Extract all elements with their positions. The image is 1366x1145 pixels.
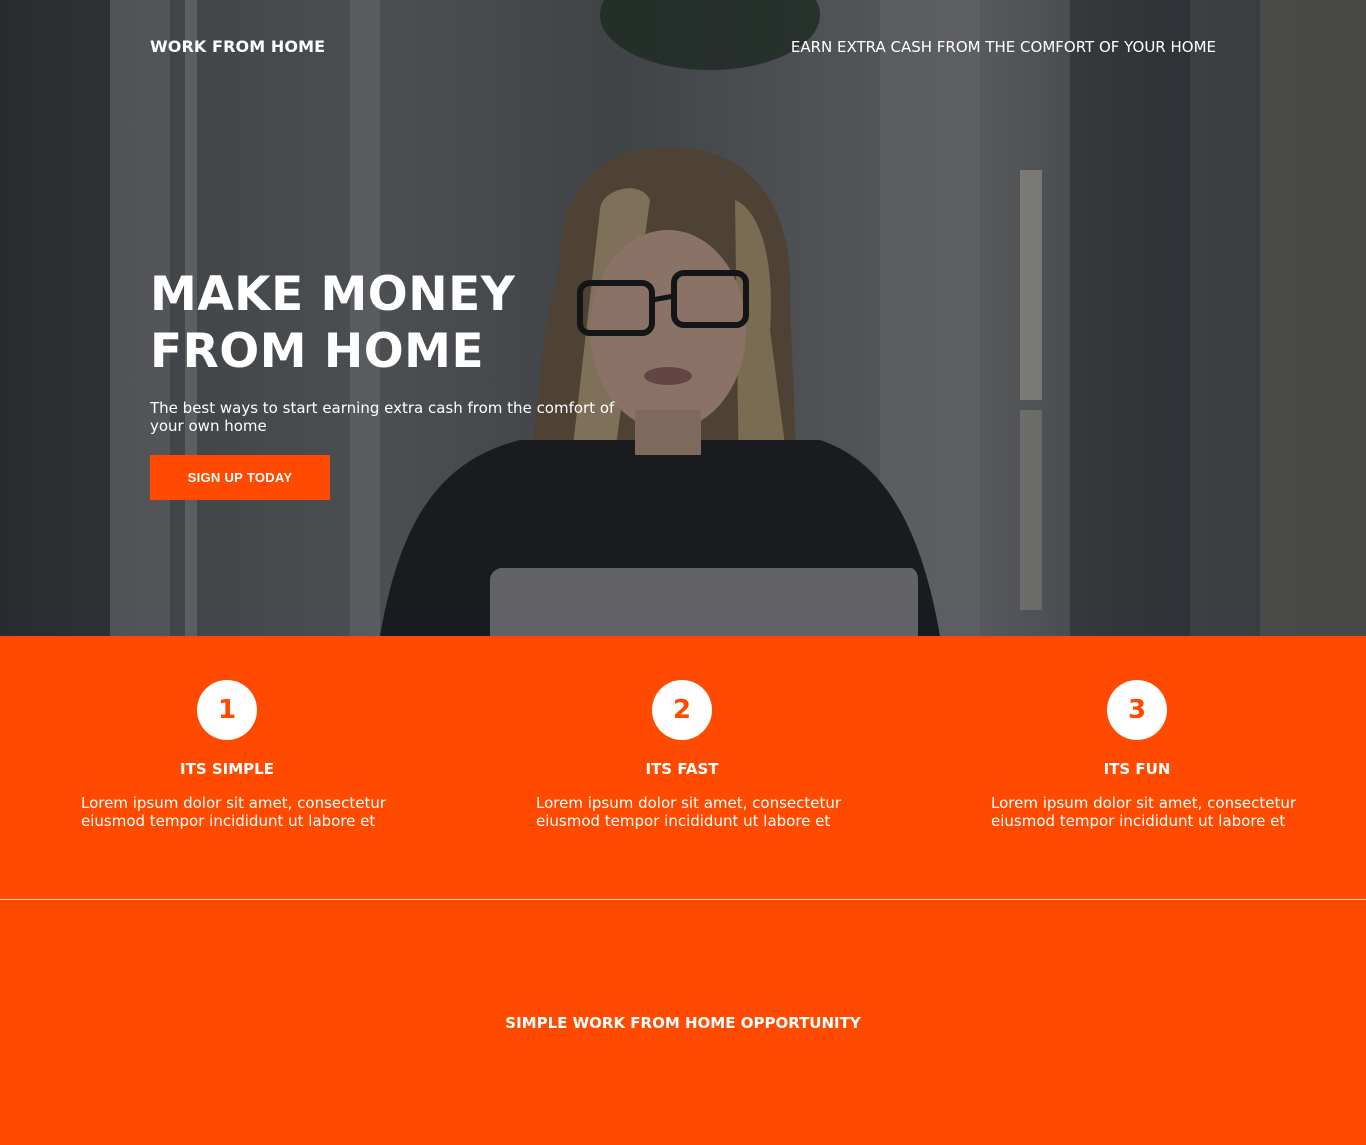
opportunity-section: SIMPLE WORK FROM HOME OPPORTUNITY (0, 900, 1366, 1145)
feature-title: ITS SIMPLE (180, 760, 274, 778)
feature-card-1: 1 ITS SIMPLE Lorem ipsum dolor sit amet,… (67, 680, 387, 830)
feature-number-badge: 3 (1107, 680, 1167, 740)
features-section: 1 ITS SIMPLE Lorem ipsum dolor sit amet,… (0, 636, 1366, 899)
hero-subtitle: The best ways to start earning extra cas… (150, 399, 615, 435)
hero-section: WORK FROM HOME EARN EXTRA CASH FROM THE … (0, 0, 1366, 636)
feature-description: Lorem ipsum dolor sit amet, consectetur … (536, 794, 842, 830)
hero-title-line-1: MAKE MONEY (150, 267, 516, 322)
header-tagline: EARN EXTRA CASH FROM THE COMFORT OF YOUR… (790, 38, 1216, 56)
feature-title: ITS FUN (1103, 760, 1171, 778)
feature-card-3: 3 ITS FUN Lorem ipsum dolor sit amet, co… (977, 680, 1297, 830)
feature-title: ITS FAST (645, 760, 719, 778)
opportunity-heading: SIMPLE WORK FROM HOME OPPORTUNITY (505, 1014, 861, 1032)
feature-card-2: 2 ITS FAST Lorem ipsum dolor sit amet, c… (522, 680, 842, 830)
feature-description: Lorem ipsum dolor sit amet, consectetur … (81, 794, 387, 830)
feature-number-badge: 2 (652, 680, 712, 740)
feature-description: Lorem ipsum dolor sit amet, consectetur … (991, 794, 1297, 830)
feature-number-badge: 1 (197, 680, 257, 740)
hero-title-line-2: FROM HOME (150, 324, 485, 379)
sign-up-button[interactable]: SIGN UP TODAY (150, 455, 330, 500)
hero-title: MAKE MONEY FROM HOME (150, 266, 650, 380)
site-brand[interactable]: WORK FROM HOME (150, 37, 325, 56)
